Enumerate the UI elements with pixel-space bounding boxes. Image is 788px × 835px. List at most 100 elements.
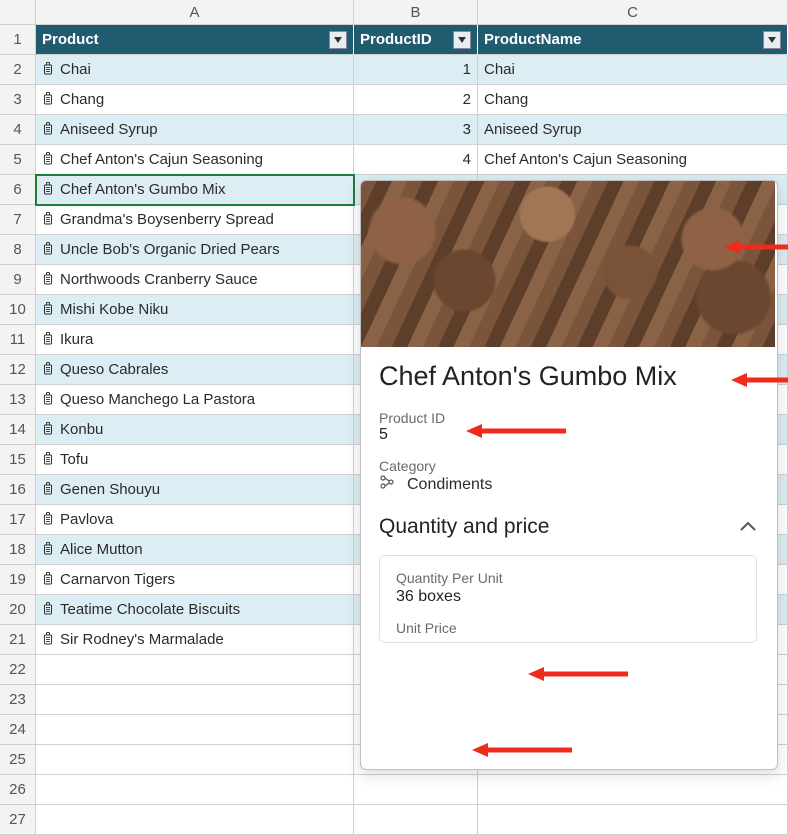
cell-product[interactable]: Genen Shouyu (36, 475, 354, 505)
row-header[interactable]: 15 (0, 445, 36, 475)
data-type-icon[interactable] (42, 272, 56, 286)
cell-product[interactable]: Carnarvon Tigers (36, 565, 354, 595)
cell-productname[interactable]: Aniseed Syrup (478, 115, 788, 145)
section-quantity-price[interactable]: Quantity and price (379, 515, 757, 539)
category-value[interactable]: Condiments (407, 476, 492, 494)
cell-product[interactable]: Ikura (36, 325, 354, 355)
row-header[interactable]: 22 (0, 655, 36, 685)
row-header-1[interactable]: 1 (0, 25, 36, 55)
row-header[interactable]: 6 (0, 175, 36, 205)
row-header[interactable]: 11 (0, 325, 36, 355)
cell-empty[interactable] (354, 805, 478, 835)
cell-product[interactable]: Mishi Kobe Niku (36, 295, 354, 325)
row-header[interactable]: 3 (0, 85, 36, 115)
cell-empty[interactable] (36, 655, 354, 685)
cell-product[interactable]: Konbu (36, 415, 354, 445)
row-header[interactable]: 27 (0, 805, 36, 835)
data-type-icon[interactable] (42, 332, 56, 346)
data-type-icon[interactable] (42, 242, 56, 256)
data-type-icon[interactable] (42, 182, 56, 196)
cell-empty[interactable] (478, 775, 788, 805)
table-row: 5Chef Anton's Cajun Seasoning4Chef Anton… (0, 145, 788, 175)
row-header[interactable]: 26 (0, 775, 36, 805)
row-header[interactable]: 25 (0, 745, 36, 775)
row-header[interactable]: 8 (0, 235, 36, 265)
row-header[interactable]: 7 (0, 205, 36, 235)
data-type-icon[interactable] (42, 122, 56, 136)
data-type-icon[interactable] (42, 422, 56, 436)
header-productid[interactable]: ProductID (354, 25, 478, 55)
row-header[interactable]: 17 (0, 505, 36, 535)
row-header[interactable]: 9 (0, 265, 36, 295)
cell-product[interactable]: Chef Anton's Gumbo Mix (36, 175, 354, 205)
filter-button-productname[interactable] (763, 31, 781, 49)
data-type-icon[interactable] (42, 512, 56, 526)
row-header[interactable]: 19 (0, 565, 36, 595)
row-header[interactable]: 4 (0, 115, 36, 145)
cell-product[interactable]: Tofu (36, 445, 354, 475)
cell-product[interactable]: Teatime Chocolate Biscuits (36, 595, 354, 625)
data-type-icon[interactable] (42, 452, 56, 466)
cell-productid[interactable]: 4 (354, 145, 478, 175)
cell-product[interactable]: Queso Cabrales (36, 355, 354, 385)
data-type-icon[interactable] (42, 392, 56, 406)
column-header-B[interactable]: B (354, 0, 478, 25)
cell-empty[interactable] (478, 805, 788, 835)
data-type-icon[interactable] (42, 152, 56, 166)
row-header[interactable]: 24 (0, 715, 36, 745)
data-type-icon[interactable] (42, 572, 56, 586)
row-header[interactable]: 16 (0, 475, 36, 505)
data-type-icon[interactable] (42, 62, 56, 76)
cell-productid[interactable]: 2 (354, 85, 478, 115)
header-product[interactable]: Product (36, 25, 354, 55)
cell-empty[interactable] (354, 775, 478, 805)
cell-empty[interactable] (36, 685, 354, 715)
select-all-corner[interactable] (0, 0, 36, 25)
row-header[interactable]: 18 (0, 535, 36, 565)
data-type-icon[interactable] (42, 602, 56, 616)
cell-product[interactable]: Grandma's Boysenberry Spread (36, 205, 354, 235)
cell-productid[interactable]: 1 (354, 55, 478, 85)
cell-empty[interactable] (36, 745, 354, 775)
row-header[interactable]: 12 (0, 355, 36, 385)
filter-button-product[interactable] (329, 31, 347, 49)
data-type-icon[interactable] (42, 212, 56, 226)
cell-product[interactable]: Uncle Bob's Organic Dried Pears (36, 235, 354, 265)
cell-product[interactable]: Pavlova (36, 505, 354, 535)
data-type-icon[interactable] (42, 362, 56, 376)
cell-empty[interactable] (36, 715, 354, 745)
cell-product-text: Northwoods Cranberry Sauce (60, 271, 258, 288)
data-type-icon[interactable] (42, 632, 56, 646)
row-header[interactable]: 21 (0, 625, 36, 655)
data-type-icon[interactable] (42, 302, 56, 316)
cell-product[interactable]: Chai (36, 55, 354, 85)
cell-product[interactable]: Northwoods Cranberry Sauce (36, 265, 354, 295)
column-header-C[interactable]: C (478, 0, 788, 25)
column-header-A[interactable]: A (36, 0, 354, 25)
cell-product[interactable]: Queso Manchego La Pastora (36, 385, 354, 415)
data-type-icon[interactable] (42, 482, 56, 496)
cell-product[interactable]: Chef Anton's Cajun Seasoning (36, 145, 354, 175)
cell-product[interactable]: Chang (36, 85, 354, 115)
cell-product[interactable]: Aniseed Syrup (36, 115, 354, 145)
row-header[interactable]: 5 (0, 145, 36, 175)
cell-product[interactable]: Sir Rodney's Marmalade (36, 625, 354, 655)
filter-button-productid[interactable] (453, 31, 471, 49)
data-type-icon[interactable] (42, 92, 56, 106)
row-header[interactable]: 23 (0, 685, 36, 715)
row-header[interactable]: 2 (0, 55, 36, 85)
row-header[interactable]: 14 (0, 415, 36, 445)
cell-empty[interactable] (36, 805, 354, 835)
cell-productname[interactable]: Chang (478, 85, 788, 115)
data-type-icon[interactable] (42, 542, 56, 556)
cell-product[interactable]: Alice Mutton (36, 535, 354, 565)
header-productname[interactable]: ProductName (478, 25, 788, 55)
cell-productname[interactable]: Chef Anton's Cajun Seasoning (478, 145, 788, 175)
row-header[interactable]: 20 (0, 595, 36, 625)
row-header[interactable]: 13 (0, 385, 36, 415)
row-header[interactable]: 10 (0, 295, 36, 325)
card-scroll-area[interactable]: Chef Anton's Gumbo Mix Product ID 5 Cate… (361, 181, 777, 769)
cell-empty[interactable] (36, 775, 354, 805)
cell-productname[interactable]: Chai (478, 55, 788, 85)
cell-productid[interactable]: 3 (354, 115, 478, 145)
